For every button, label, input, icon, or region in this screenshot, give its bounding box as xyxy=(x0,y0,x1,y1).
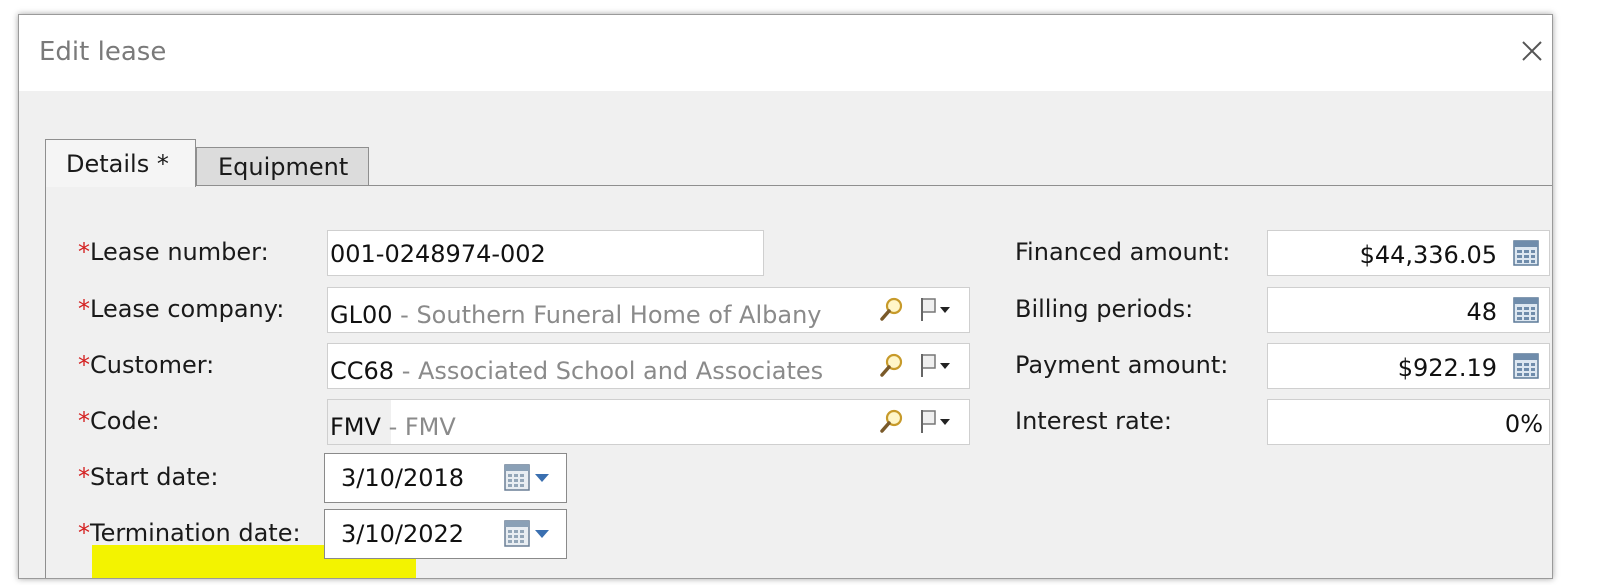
interest-rate-label: Interest rate: xyxy=(1015,407,1172,435)
code-input[interactable]: FMV - FMV xyxy=(327,399,970,445)
magnifier-icon[interactable] xyxy=(879,296,905,322)
tab-details[interactable]: Details * xyxy=(45,139,196,187)
lease-company-input[interactable]: GL00 - Southern Funeral Home of Albany xyxy=(327,287,970,333)
flag-dropdown-icon[interactable] xyxy=(918,407,952,435)
termination-date-label: *Termination date: xyxy=(78,519,301,547)
payment-amount-label: Payment amount: xyxy=(1015,351,1229,379)
financed-amount-label: Financed amount: xyxy=(1015,238,1231,266)
calculator-icon[interactable] xyxy=(1513,353,1539,379)
calendar-dropdown-icon[interactable] xyxy=(503,519,553,549)
lease-number-label: *Lease number: xyxy=(78,238,269,266)
financed-amount-input[interactable]: $44,336.05 xyxy=(1267,230,1550,276)
dialog-titlebar: Edit lease xyxy=(19,15,1552,91)
flag-dropdown-icon[interactable] xyxy=(918,351,952,379)
billing-periods-label: Billing periods: xyxy=(1015,295,1194,323)
customer-label: *Customer: xyxy=(78,351,215,379)
close-icon[interactable] xyxy=(1514,33,1550,69)
start-date-label: *Start date: xyxy=(78,463,219,491)
magnifier-icon[interactable] xyxy=(879,352,905,378)
lease-number-input[interactable]: 001-0248974-002 xyxy=(327,230,764,276)
details-panel: *Lease number: 001-0248974-002 *Lease co… xyxy=(45,185,1552,578)
calculator-icon[interactable] xyxy=(1513,297,1539,323)
lease-company-label: *Lease company: xyxy=(78,295,285,323)
termination-date-picker[interactable]: 3/10/2022 xyxy=(324,509,567,559)
flag-dropdown-icon[interactable] xyxy=(918,295,952,323)
magnifier-icon[interactable] xyxy=(879,408,905,434)
billing-periods-input[interactable]: 48 xyxy=(1267,287,1550,333)
payment-amount-input[interactable]: $922.19 xyxy=(1267,343,1550,389)
calendar-dropdown-icon[interactable] xyxy=(503,463,553,493)
calculator-icon[interactable] xyxy=(1513,240,1539,266)
tab-equipment[interactable]: Equipment xyxy=(196,147,369,186)
edit-lease-dialog: Edit lease Details * Equipment *Lease nu… xyxy=(18,14,1553,579)
dialog-title: Edit lease xyxy=(39,37,167,67)
start-date-picker[interactable]: 3/10/2018 xyxy=(324,453,567,503)
code-label: *Code: xyxy=(78,407,160,435)
customer-input[interactable]: CC68 - Associated School and Associates xyxy=(327,343,970,389)
interest-rate-input[interactable]: 0% xyxy=(1267,399,1550,445)
